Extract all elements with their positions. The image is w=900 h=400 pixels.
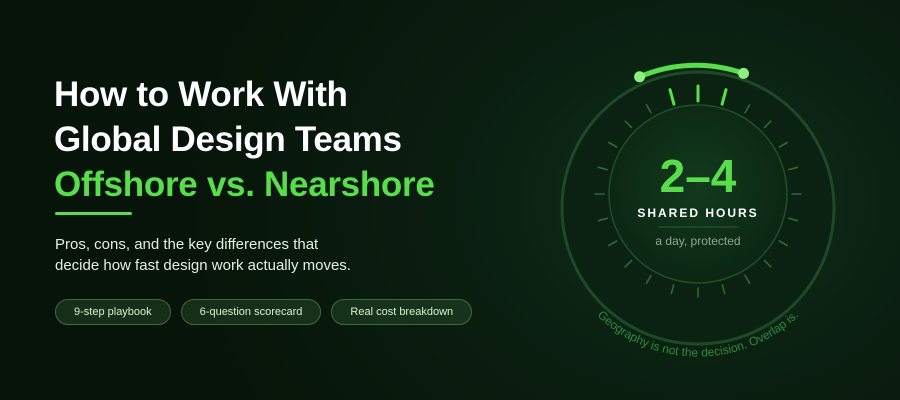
dial-arc-end-dot [738, 67, 749, 79]
dial-caption: a day, protected [655, 234, 740, 248]
dial-label: SHARED HOURS [637, 206, 758, 220]
dial-value: 2–4 [660, 150, 737, 202]
dial-arc-start-dot [634, 71, 646, 83]
overlap-dial: 2–4 SHARED HOURS a day, protected Geogra… [560, 62, 836, 360]
